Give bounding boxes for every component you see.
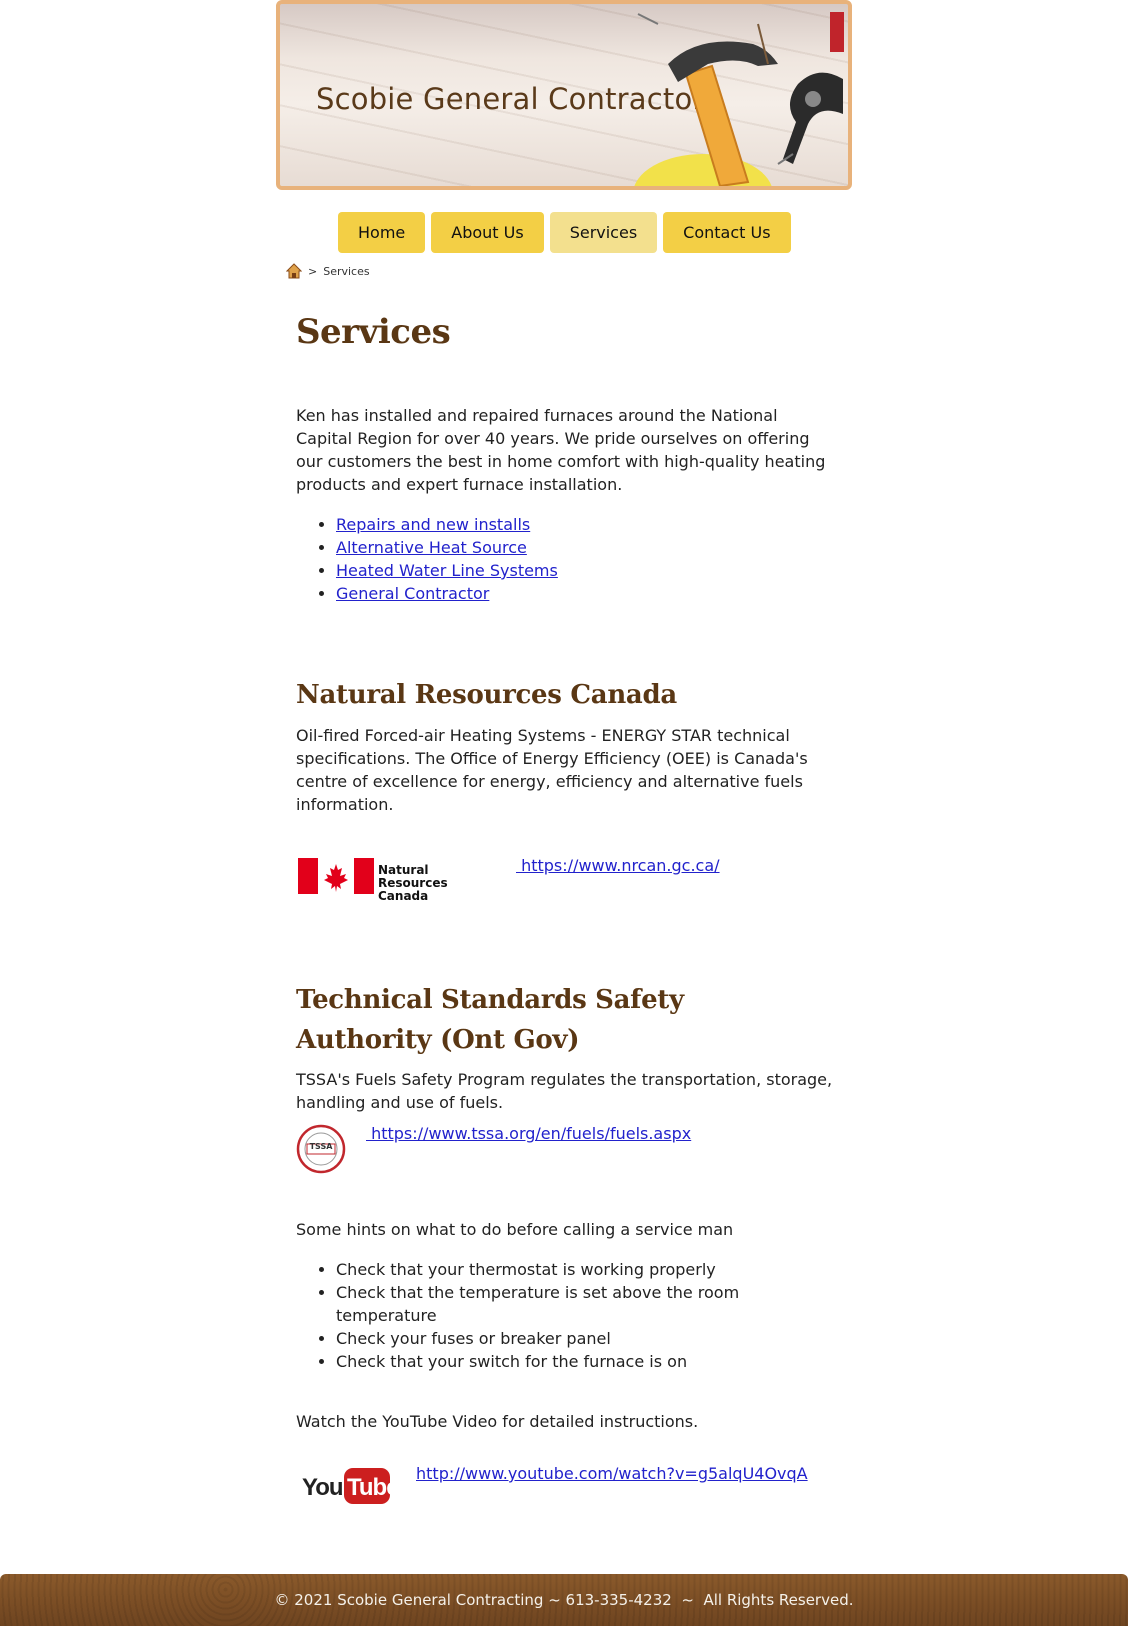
nrcan-paragraph: Oil-fired Forced-air Heating Systems - E… (296, 726, 808, 814)
nrcan-text-block: Oil-fired Forced-air Heating Systems - E… (296, 724, 836, 816)
home-icon[interactable] (286, 263, 302, 279)
link-heated-water[interactable]: Heated Water Line Systems (336, 561, 558, 580)
list-item: Check your fuses or breaker panel (336, 1327, 836, 1350)
list-item: General Contractor (336, 582, 836, 605)
list-item: Check that your switch for the furnace i… (336, 1350, 836, 1373)
list-item: Repairs and new installs (336, 513, 836, 536)
nrcan-logo-line2: Canada (378, 889, 429, 903)
nav-contact-us[interactable]: Contact Us (663, 212, 791, 253)
youtube-link[interactable]: http://www.youtube.com/watch?v=g5alqU4Ov… (416, 1464, 808, 1483)
tssa-logo-text: TSSA (309, 1142, 333, 1151)
video-text: Watch the YouTube Video for detailed ins… (296, 1412, 699, 1431)
nav-home[interactable]: Home (338, 212, 426, 253)
page-title: Services (296, 312, 451, 352)
footer: © 2021 Scobie General Contracting ~ 613-… (0, 1574, 1128, 1626)
nrcan-logo[interactable]: Natural Resources Canada (298, 856, 494, 903)
nrcan-logo-line1: Natural Resources (378, 863, 448, 890)
list-item: Heated Water Line Systems (336, 559, 836, 582)
hints-section: Some hints on what to do before calling … (296, 1218, 836, 1373)
video-text-block: Watch the YouTube Video for detailed ins… (296, 1410, 836, 1433)
hints-list: Check that your thermostat is working pr… (296, 1258, 836, 1373)
youtube-logo[interactable]: You Tube (300, 1466, 400, 1510)
tssa-paragraph: TSSA's Fuels Safety Program regulates th… (296, 1070, 833, 1112)
hints-intro: Some hints on what to do before calling … (296, 1220, 734, 1239)
breadcrumb-separator: > (308, 264, 318, 278)
intro-section: Ken has installed and repaired furnaces … (296, 404, 836, 605)
service-links-list: Repairs and new installs Alternative Hea… (296, 513, 836, 605)
list-item: Check that your thermostat is working pr… (336, 1258, 836, 1281)
tssa-link[interactable]: https://www.tssa.org/en/fuels/fuels.aspx (366, 1124, 691, 1143)
list-item: Alternative Heat Source (336, 536, 836, 559)
breadcrumb-current: Services (323, 264, 370, 278)
breadcrumb: > Services (286, 262, 370, 280)
intro-paragraph: Ken has installed and repaired furnaces … (296, 406, 826, 494)
tssa-logo[interactable]: TSSA (296, 1124, 346, 1174)
nrcan-link[interactable]: https://www.nrcan.gc.ca/ (516, 856, 719, 875)
main-nav: Home About Us Services Contact Us (338, 212, 791, 253)
list-item: Check that the temperature is set above … (336, 1281, 836, 1327)
tssa-heading: Technical Standards Safety Authority (On… (296, 985, 684, 1055)
nrcan-heading: Natural Resources Canada (296, 680, 677, 710)
link-repairs[interactable]: Repairs and new installs (336, 515, 530, 534)
footer-text: © 2021 Scobie General Contracting ~ 613-… (274, 1591, 854, 1609)
link-alternative-heat[interactable]: Alternative Heat Source (336, 538, 527, 557)
nav-about-us[interactable]: About Us (431, 212, 544, 253)
tssa-text-block: TSSA's Fuels Safety Program regulates th… (296, 1068, 836, 1114)
link-general-contractor[interactable]: General Contractor (336, 584, 489, 603)
nav-services[interactable]: Services (549, 212, 658, 253)
header-banner: Scobie General Contractor (276, 0, 852, 190)
tools-illustration (634, 12, 844, 186)
